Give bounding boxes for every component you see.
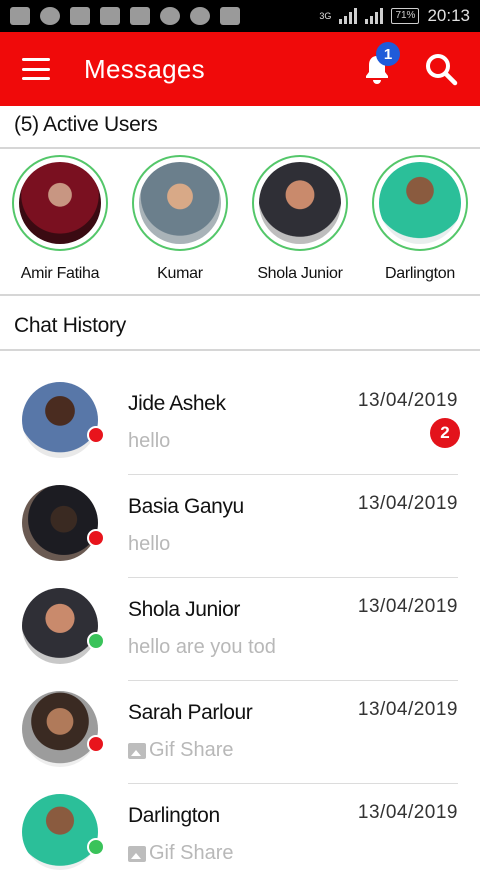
active-user-name: Shola Junior bbox=[257, 265, 343, 282]
avatar bbox=[22, 485, 98, 561]
divider bbox=[0, 294, 480, 296]
chat-last-message: hello bbox=[128, 533, 171, 555]
avatar-ring bbox=[12, 155, 108, 251]
active-user[interactable]: Kumar bbox=[120, 152, 240, 292]
chat-history-heading: Chat History bbox=[14, 314, 126, 337]
compass-icon bbox=[190, 7, 210, 25]
chat-row[interactable]: Shola Junior 13/04/2019 hello are you to… bbox=[0, 578, 480, 681]
notifications-button[interactable]: 1 bbox=[360, 42, 400, 86]
download-icon bbox=[100, 7, 120, 25]
avatar bbox=[22, 794, 98, 870]
avatar bbox=[139, 162, 221, 244]
offline-status-dot bbox=[87, 735, 105, 753]
app-icon bbox=[40, 7, 60, 25]
search-button[interactable] bbox=[424, 52, 458, 86]
active-user-name: Amir Fatiha bbox=[20, 265, 100, 282]
search-icon bbox=[426, 54, 458, 86]
active-user-name: Kumar bbox=[157, 265, 203, 282]
avatar bbox=[22, 588, 98, 664]
chat-date: 13/04/2019 bbox=[357, 493, 458, 514]
active-users-heading: (5) Active Users bbox=[14, 113, 158, 136]
signal-2-icon bbox=[365, 8, 384, 24]
clock: 20:13 bbox=[427, 6, 470, 25]
chat-list: Jide Ashek 13/04/2019 hello 2 Basia Gany… bbox=[0, 372, 480, 887]
shield-icon bbox=[130, 7, 150, 25]
avatar-ring bbox=[372, 155, 468, 251]
online-status-dot bbox=[87, 632, 105, 650]
chat-row[interactable]: Darlington 13/04/2019 Gif Share bbox=[0, 784, 480, 887]
chat-contact-name: Shola Junior bbox=[128, 598, 240, 621]
notification-icons bbox=[10, 7, 240, 25]
divider bbox=[0, 147, 480, 149]
active-user[interactable]: Amir Fatiha bbox=[0, 152, 120, 292]
chat-row[interactable]: Basia Ganyu 13/04/2019 hello bbox=[0, 475, 480, 578]
chat-contact-name: Sarah Parlour bbox=[128, 701, 253, 724]
active-user[interactable]: Darlington bbox=[360, 152, 480, 292]
offline-status-dot bbox=[87, 426, 105, 444]
page-title: Messages bbox=[84, 53, 205, 84]
active-user[interactable]: Shola Junior bbox=[240, 152, 360, 292]
chat-date: 13/04/2019 bbox=[357, 596, 458, 617]
chat-date: 13/04/2019 bbox=[357, 699, 458, 720]
divider bbox=[0, 349, 480, 351]
image-icon bbox=[128, 742, 146, 759]
avatar bbox=[22, 691, 98, 767]
active-users-list: Amir Fatiha Kumar Shola Junior Darlingto… bbox=[0, 152, 480, 292]
signal-icon bbox=[339, 8, 358, 24]
chat-contact-name: Darlington bbox=[128, 804, 220, 827]
active-user-name: Darlington bbox=[385, 265, 455, 282]
avatar bbox=[379, 162, 461, 244]
unread-count-badge: 2 bbox=[430, 418, 460, 448]
chat-last-message: hello bbox=[128, 430, 171, 452]
avatar-ring bbox=[132, 155, 228, 251]
chat-date: 13/04/2019 bbox=[357, 390, 458, 411]
avatar bbox=[19, 162, 101, 244]
notification-badge: 1 bbox=[376, 42, 400, 66]
chat-last-message: hello are you tod bbox=[128, 636, 276, 658]
chat-contact-name: Basia Ganyu bbox=[128, 495, 244, 518]
chat-contact-name: Jide Ashek bbox=[128, 392, 226, 415]
chat-last-message-text: Gif Share bbox=[149, 739, 234, 761]
status-bar: 3G 71% 20:13 bbox=[0, 0, 480, 32]
shirt-icon bbox=[70, 7, 90, 25]
chat-last-message: Gif Share bbox=[128, 739, 290, 762]
avatar bbox=[259, 162, 341, 244]
menu-icon[interactable] bbox=[22, 58, 50, 80]
chat-date: 13/04/2019 bbox=[357, 802, 458, 823]
facebook-icon bbox=[10, 7, 30, 25]
chat-bubble-icon bbox=[160, 7, 180, 25]
chat-row[interactable]: Sarah Parlour 13/04/2019 Gif Share bbox=[0, 681, 480, 784]
sim-icon bbox=[220, 7, 240, 25]
avatar-ring bbox=[252, 155, 348, 251]
app-bar: Messages 1 bbox=[0, 32, 480, 106]
network-type: 3G bbox=[319, 10, 332, 21]
online-status-dot bbox=[87, 838, 105, 856]
chat-row[interactable]: Jide Ashek 13/04/2019 hello 2 bbox=[0, 372, 480, 475]
offline-status-dot bbox=[87, 529, 105, 547]
battery-icon: 71% bbox=[391, 8, 420, 24]
avatar bbox=[22, 382, 98, 458]
